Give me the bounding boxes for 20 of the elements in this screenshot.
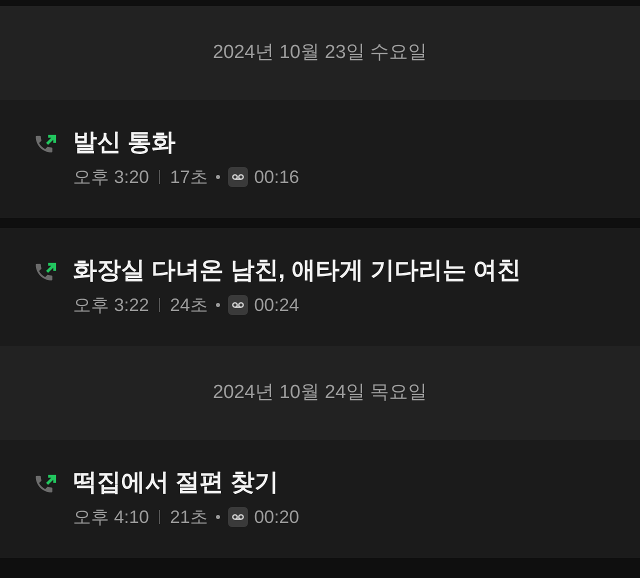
recording-length: 00:20 (254, 506, 300, 528)
call-title: 발신 통화 (73, 128, 177, 158)
call-title: 화장실 다녀온 남친, 애타게 기다리는 여친 (73, 256, 522, 286)
call-time: 오후 3:22 (73, 294, 150, 316)
call-time: 오후 4:10 (73, 506, 150, 528)
voicemail-icon (228, 167, 248, 187)
voicemail-icon (228, 295, 248, 315)
voicemail-icon (228, 507, 248, 527)
recording-length: 00:16 (254, 166, 300, 188)
call-duration: 17초 (170, 166, 208, 188)
call-time: 오후 3:20 (73, 166, 150, 188)
call-duration: 21초 (170, 506, 208, 528)
call-log-entry[interactable]: 발신 통화 오후 3:20 17초 00:16 (0, 100, 640, 218)
call-title: 떡집에서 절편 찾기 (73, 468, 280, 498)
call-log-entry[interactable]: 화장실 다녀온 남친, 애타게 기다리는 여친 오후 3:22 24초 00:24 (0, 228, 640, 346)
date-header: 2024년 10월 24일 목요일 (0, 346, 640, 440)
call-log-entry[interactable]: 떡집에서 절편 찾기 오후 4:10 21초 00:20 (0, 440, 640, 558)
recording-length: 00:24 (254, 294, 300, 316)
call-duration: 24초 (170, 294, 208, 316)
date-header: 2024년 10월 23일 수요일 (0, 6, 640, 100)
